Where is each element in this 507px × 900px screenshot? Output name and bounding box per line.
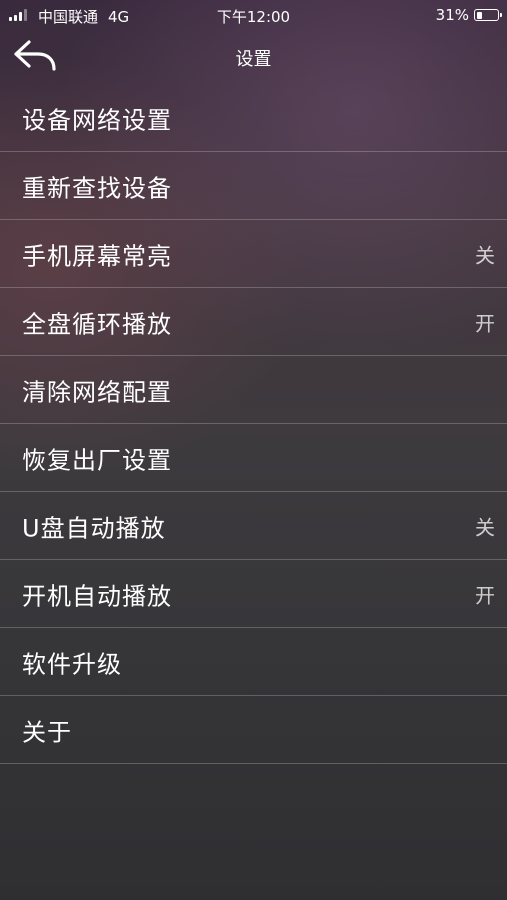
- menu-item-label: 重新查找设备: [22, 174, 172, 202]
- settings-menu: 设备网络设置 重新查找设备 手机屏幕常亮 关 全盘循环播放 开 清除网络配置 恢…: [0, 84, 507, 764]
- battery-icon: [474, 9, 502, 21]
- nav-bar: 设置: [0, 30, 507, 84]
- menu-item-label: 清除网络配置: [22, 378, 172, 406]
- menu-item-clear-network-config[interactable]: 清除网络配置: [0, 356, 507, 424]
- menu-item-label: 手机屏幕常亮: [22, 242, 172, 270]
- battery-status: 31%: [435, 6, 502, 24]
- page-title: 设置: [235, 49, 272, 70]
- menu-item-value: 关: [475, 515, 495, 539]
- battery-percent: 31%: [435, 6, 469, 24]
- menu-item-device-network-settings[interactable]: 设备网络设置: [0, 84, 507, 152]
- menu-item-boot-autoplay[interactable]: 开机自动播放 开: [0, 560, 507, 628]
- menu-item-label: U盘自动播放: [22, 514, 166, 542]
- menu-item-label: 恢复出厂设置: [22, 446, 172, 474]
- menu-item-factory-reset[interactable]: 恢复出厂设置: [0, 424, 507, 492]
- menu-item-label: 软件升级: [22, 650, 122, 678]
- status-time: 下午12:00: [216, 8, 291, 26]
- menu-item-about[interactable]: 关于: [0, 696, 507, 764]
- menu-item-label: 关于: [22, 718, 72, 746]
- menu-item-label: 全盘循环播放: [22, 310, 172, 338]
- menu-item-screen-always-on[interactable]: 手机屏幕常亮 关: [0, 220, 507, 288]
- menu-item-software-upgrade[interactable]: 软件升级: [0, 628, 507, 696]
- menu-item-rescan-device[interactable]: 重新查找设备: [0, 152, 507, 220]
- menu-item-value: 开: [475, 311, 495, 335]
- menu-item-loop-playback[interactable]: 全盘循环播放 开: [0, 288, 507, 356]
- menu-item-label: 设备网络设置: [22, 106, 172, 134]
- menu-item-label: 开机自动播放: [22, 582, 172, 610]
- status-bar: 中国联通 4G 下午12:00 31%: [0, 0, 507, 30]
- menu-item-value: 开: [475, 583, 495, 607]
- menu-item-value: 关: [475, 243, 495, 267]
- menu-item-usb-autoplay[interactable]: U盘自动播放 关: [0, 492, 507, 560]
